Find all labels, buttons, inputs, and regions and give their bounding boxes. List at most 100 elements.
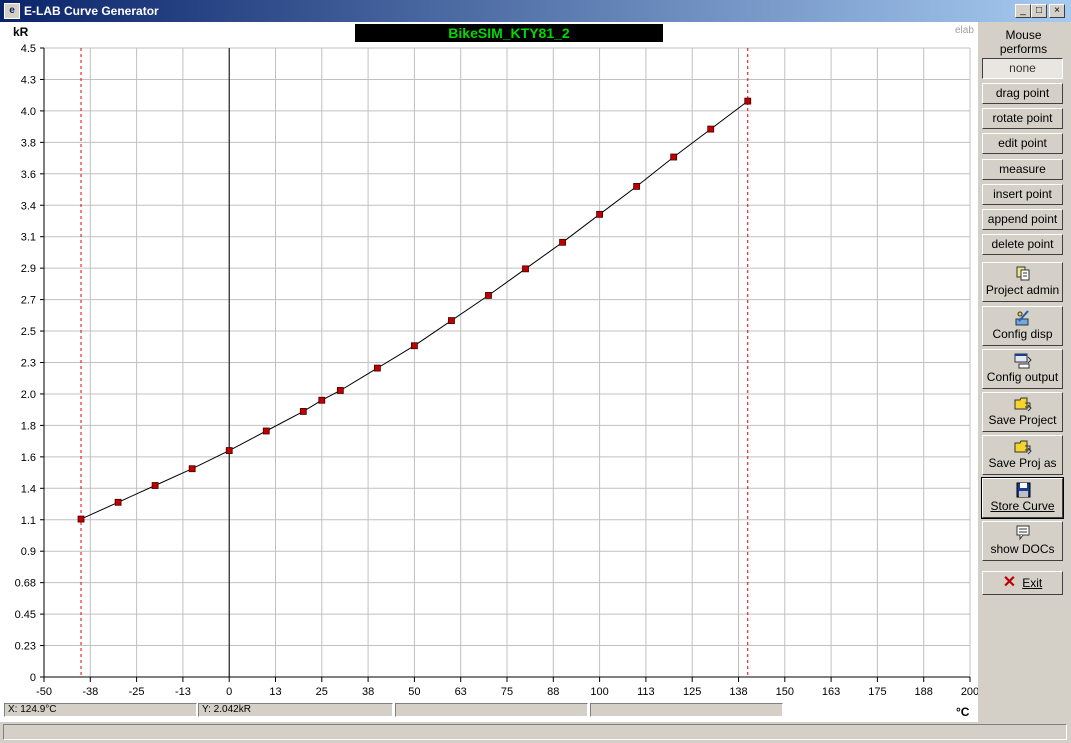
mode-none-button[interactable]: none xyxy=(982,58,1063,79)
mode-measure-button[interactable]: measure xyxy=(982,159,1063,180)
y-tick-label: 4.5 xyxy=(21,43,36,55)
mode-insert-point-button[interactable]: insert point xyxy=(982,184,1063,205)
save-project-label: Save Project xyxy=(988,413,1057,427)
mode-append-point-button[interactable]: append point xyxy=(982,209,1063,230)
status-x-readout: X: 124.9°C xyxy=(4,703,197,717)
config-output-label: Config output xyxy=(986,370,1059,384)
curve-point[interactable] xyxy=(77,515,85,523)
elab-watermark: elab xyxy=(955,25,974,36)
maximize-button[interactable]: □ xyxy=(1031,4,1047,18)
curve-point[interactable] xyxy=(373,364,381,372)
x-tick-label: 88 xyxy=(547,686,559,698)
y-tick-label: 2.5 xyxy=(21,326,36,338)
save-project-button[interactable]: Save Project xyxy=(982,392,1063,432)
curve-point[interactable] xyxy=(670,153,678,161)
x-tick-label: 38 xyxy=(362,686,374,698)
x-tick-label: 75 xyxy=(501,686,513,698)
curve-point[interactable] xyxy=(522,265,529,273)
x-tick-label: 150 xyxy=(776,686,794,698)
exit-button[interactable]: ✕ Exit xyxy=(982,571,1063,595)
curve-point[interactable] xyxy=(318,396,326,404)
curve-point[interactable] xyxy=(448,317,455,324)
red-x-icon: ✕ xyxy=(1002,574,1017,591)
y-tick-label: 3.1 xyxy=(21,232,36,244)
exit-label: Exit xyxy=(1022,576,1043,590)
bottom-status-field xyxy=(3,724,1067,740)
store-curve-button[interactable]: Store Curve xyxy=(981,477,1064,519)
y-tick-label: 0.45 xyxy=(15,609,36,621)
curve-point[interactable] xyxy=(559,238,566,246)
x-tick-label: 163 xyxy=(822,686,840,698)
minimize-button[interactable]: _ xyxy=(1015,4,1031,18)
curve-point[interactable] xyxy=(188,465,196,473)
x-tick-label: 25 xyxy=(316,686,328,698)
x-tick-label: 13 xyxy=(269,686,281,698)
x-tick-label: 188 xyxy=(915,686,933,698)
y-tick-label: 1.8 xyxy=(21,420,36,432)
y-tick-label: 1.1 xyxy=(21,515,36,527)
y-tick-label: 4.0 xyxy=(21,106,36,118)
curve-point[interactable] xyxy=(744,97,752,105)
curve-point[interactable] xyxy=(410,342,418,350)
tick-labels: -50 -38 -25 -13 0 13 25 38 50 63 75 88 100 113 125 138 1… xyxy=(15,43,978,698)
project-admin-button[interactable]: Project admin xyxy=(982,262,1063,302)
curve-point[interactable] xyxy=(151,482,159,489)
x-axis-unit: °C xyxy=(956,705,970,719)
y-tick-label: 3.6 xyxy=(21,169,36,181)
x-tick-label: 63 xyxy=(455,686,467,698)
y-tick-label: 0.9 xyxy=(21,546,36,558)
mode-drag-point-button[interactable]: drag point xyxy=(982,83,1063,104)
app-icon[interactable]: e xyxy=(4,3,20,19)
curve-point[interactable] xyxy=(707,125,715,133)
curve-point[interactable] xyxy=(485,292,492,299)
save-proj-as-label: Save Proj as xyxy=(988,456,1057,470)
y-tick-label: 4.3 xyxy=(21,74,36,86)
y-tick-label: 3.8 xyxy=(21,137,36,149)
x-tick-label: -13 xyxy=(175,686,191,698)
y-tick-label: 1.4 xyxy=(21,483,36,495)
curve-point[interactable] xyxy=(114,498,122,506)
mode-edit-point-button[interactable]: edit point xyxy=(982,133,1063,154)
x-tick-label: 113 xyxy=(637,686,655,698)
mode-rotate-point-button[interactable]: rotate point xyxy=(982,108,1063,129)
save-proj-as-button[interactable]: Save Proj as xyxy=(982,435,1063,475)
curve-chart[interactable]: -50 -38 -25 -13 0 13 25 38 50 63 75 88 100 113 125 138 1… xyxy=(0,22,978,722)
mode-delete-point-button[interactable]: delete point xyxy=(982,234,1063,255)
y-tick-label: 0.23 xyxy=(15,641,36,653)
x-tick-label: 0 xyxy=(226,686,232,698)
title-bar: e E-LAB Curve Generator _ □ × xyxy=(0,0,1071,22)
config-output-button[interactable]: Config output xyxy=(982,349,1063,389)
y-tick-label: 2.9 xyxy=(21,263,36,275)
x-tick-label: 175 xyxy=(868,686,886,698)
show-docs-label: show DOCs xyxy=(990,542,1055,556)
curve-point[interactable] xyxy=(299,408,307,415)
status-field-3 xyxy=(395,703,588,717)
x-tick-label: -38 xyxy=(82,686,98,698)
y-tick-label: 0.68 xyxy=(15,578,36,590)
curve-point[interactable] xyxy=(336,387,344,394)
chart-grid xyxy=(40,47,971,682)
y-tick-label: 2.0 xyxy=(21,389,36,401)
x-tick-label: -50 xyxy=(36,686,52,698)
config-output-icon xyxy=(1014,353,1032,369)
y-axis-unit: kR xyxy=(13,25,29,39)
curve-point[interactable] xyxy=(596,210,603,218)
documents-icon xyxy=(1016,525,1029,541)
close-button[interactable]: × xyxy=(1049,4,1065,18)
plot-area[interactable]: -50 -38 -25 -13 0 13 25 38 50 63 75 88 100 113 125 138 1… xyxy=(0,22,978,722)
curve-point[interactable] xyxy=(633,182,641,190)
store-curve-label: Store Curve xyxy=(990,499,1055,513)
config-disp-button[interactable]: Config disp xyxy=(982,306,1063,346)
save-project-icon xyxy=(1014,397,1032,412)
show-docs-button[interactable]: show DOCs xyxy=(982,521,1063,561)
y-tick-label: 3.4 xyxy=(21,200,36,212)
curve-point[interactable] xyxy=(225,447,233,454)
bottom-status-bar xyxy=(0,722,1071,743)
curve-name-display: BikeSIM_KTY81_2 xyxy=(355,24,663,42)
y-tick-label: 0 xyxy=(30,672,36,684)
curve-point[interactable] xyxy=(262,427,270,435)
status-y-readout: Y: 2.042kR xyxy=(198,703,393,717)
y-tick-label: 2.3 xyxy=(21,358,36,370)
window-title: E-LAB Curve Generator xyxy=(24,4,159,18)
x-tick-label: 200 xyxy=(961,686,978,698)
